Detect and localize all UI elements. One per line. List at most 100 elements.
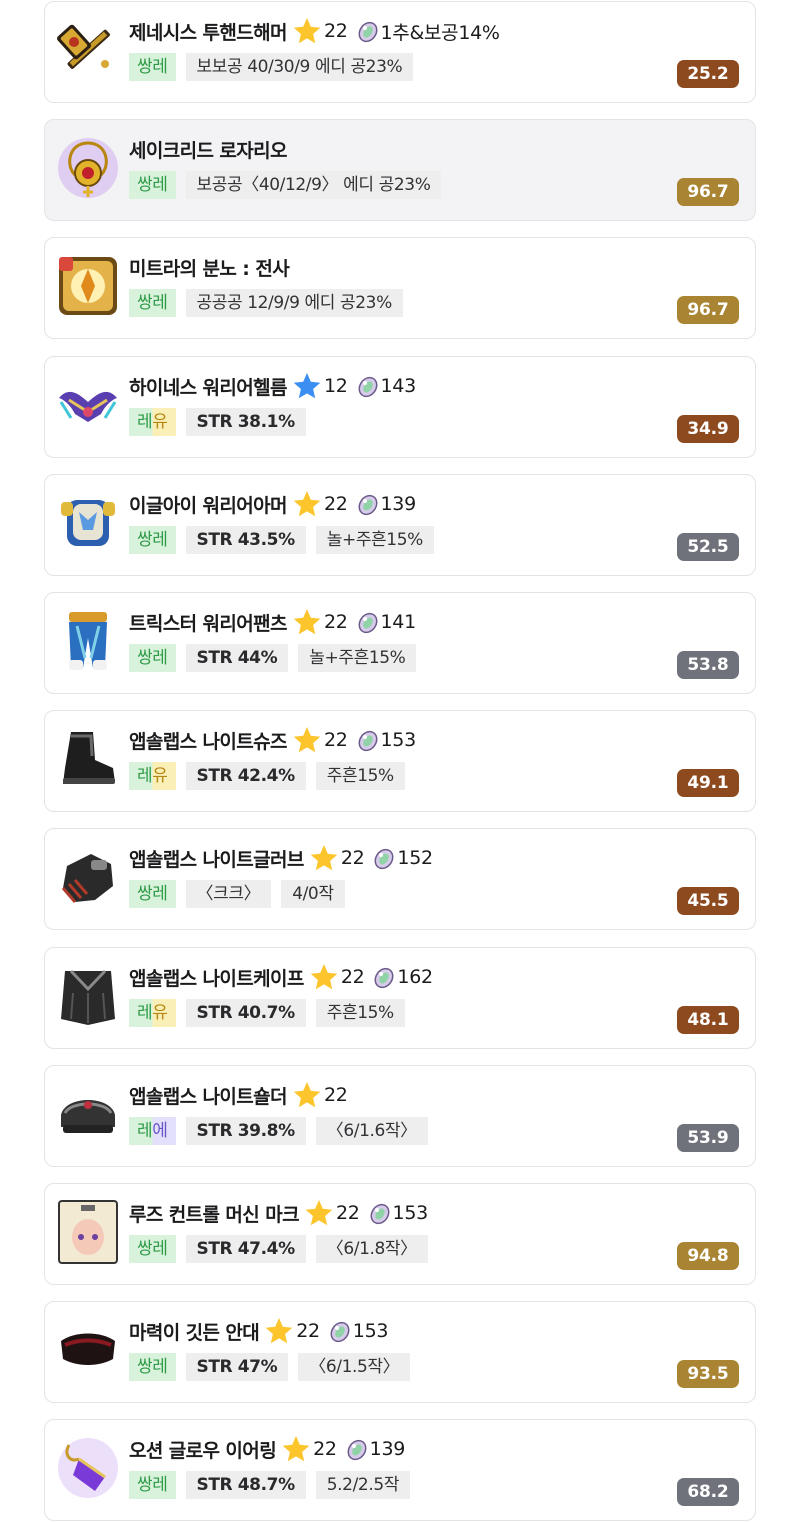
option-tags: 쌍 레 공공공 12/9/9 에디 공23% bbox=[129, 289, 403, 317]
rank-char: 레 bbox=[152, 1357, 168, 1377]
score-badge: 34.9 bbox=[677, 415, 739, 443]
glove-icon bbox=[55, 844, 121, 910]
option-tag: STR 42.4% bbox=[185, 762, 306, 790]
option-tags: 쌍 레 〈크크〉 4/0작 bbox=[129, 880, 345, 908]
potential-rank-badge: 쌍레 bbox=[129, 644, 176, 672]
hammer-icon-graphic bbox=[57, 24, 110, 69]
item-name: 마력이 깃든 안대 bbox=[129, 1321, 260, 1344]
item-card[interactable]: 트릭스터 워리어팬츠 22 141 쌍 레 STR 44% 놀+주흔15% 53.8 bbox=[44, 592, 756, 694]
rank-char: 쌍 bbox=[137, 530, 153, 550]
shoulder-icon bbox=[55, 1081, 121, 1147]
starforce-count: 22 bbox=[340, 966, 365, 988]
item-title-row: 앱솔랩스 나이트숄더 22 bbox=[129, 1080, 348, 1110]
starforce-count: 22 bbox=[323, 493, 348, 515]
score-badge: 53.9 bbox=[677, 1124, 739, 1152]
pants-icon bbox=[55, 608, 121, 674]
option-tag: STR 48.7% bbox=[185, 1471, 306, 1499]
cube-gem-icon bbox=[347, 1439, 367, 1461]
option-tags: 쌍 레 STR 47% 〈6/1.5작〉 bbox=[129, 1353, 411, 1381]
cube-gem-icon bbox=[330, 1321, 350, 1343]
potential-rank-badge: 레유 bbox=[129, 408, 176, 436]
cube-gem-icon bbox=[358, 376, 377, 398]
starforce-count: 22 bbox=[335, 1202, 360, 1224]
star-icon bbox=[293, 373, 321, 399]
rank-char: 쌍 bbox=[137, 884, 153, 904]
item-card[interactable]: 앱솔랩스 나이트케이프 22 162 레 유 STR 40.7% 주흔15% 48.1 bbox=[44, 947, 756, 1049]
item-card[interactable]: 루즈 컨트롤 머신 마크 22 153 쌍 레 STR 47.4% 〈6/1.8작〉 94.8 bbox=[44, 1183, 756, 1285]
item-title-row: 이글아이 워리어아머 22 139 bbox=[129, 489, 416, 519]
item-card[interactable]: 하이네스 워리어헬름 12 143 레 유 STR 38.1% 34.9 bbox=[44, 356, 756, 458]
option-tag: STR 47% bbox=[185, 1353, 289, 1381]
item-title-row: 하이네스 워리어헬름 12 143 bbox=[129, 371, 416, 401]
option-tag: STR 44% bbox=[185, 644, 289, 672]
cape-icon bbox=[55, 963, 121, 1029]
score-badge: 68.2 bbox=[677, 1478, 739, 1506]
potential-rank-badge: 쌍레 bbox=[129, 1235, 176, 1263]
item-card[interactable]: 앱솔랩스 나이트숄더 22 레 에 STR 39.8% 〈6/1.6작〉 53.9 bbox=[44, 1065, 756, 1167]
potential-rank-badge: 쌍레 bbox=[129, 171, 176, 199]
item-name: 제네시스 투핸드해머 bbox=[129, 21, 288, 44]
armor-icon bbox=[55, 490, 121, 556]
item-name: 앱솔랩스 나이트숄더 bbox=[129, 1085, 288, 1108]
option-tag: 놀+주흔15% bbox=[315, 526, 434, 554]
emblem-icon bbox=[55, 253, 121, 319]
option-tag: STR 39.8% bbox=[185, 1117, 306, 1145]
potential-rank-badge: 쌍레 bbox=[129, 289, 176, 317]
shoes-icon bbox=[55, 726, 121, 792]
starforce-count: 22 bbox=[313, 1438, 337, 1460]
cube-gem-icon bbox=[358, 21, 377, 43]
item-card[interactable]: 이글아이 워리어아머 22 139 쌍 레 STR 43.5% 놀+주흔15% 52.5 bbox=[44, 474, 756, 576]
item-title-row: 제네시스 투핸드해머 22 1추&보공14% bbox=[129, 16, 500, 46]
item-card[interactable]: 앱솔랩스 나이트슈즈 22 153 레 유 STR 42.4% 주흔15% 49.1 bbox=[44, 710, 756, 812]
cape-icon-graphic bbox=[61, 969, 115, 1025]
rank-char: 쌍 bbox=[137, 175, 153, 195]
rank-char: 쌍 bbox=[137, 1239, 153, 1259]
equipment-list: 제네시스 투핸드해머 22 1추&보공14% 쌍 레 보보공 40/30/9 에디 공23… bbox=[0, 0, 800, 1523]
cube-gem-icon bbox=[358, 612, 377, 634]
rank-char: 레 bbox=[137, 1121, 153, 1141]
gem-value: 153 bbox=[380, 729, 417, 751]
item-name: 미트라의 분노 : 전사 bbox=[129, 257, 290, 280]
rank-char: 쌍 bbox=[137, 57, 153, 77]
option-tag: 주흔15% bbox=[315, 999, 405, 1027]
cube-gem-icon bbox=[370, 1203, 390, 1225]
option-tag: 5.2/2.5작 bbox=[315, 1471, 410, 1499]
rank-char: 레 bbox=[152, 293, 168, 313]
gem-value: 153 bbox=[392, 1202, 429, 1224]
item-title-row: 오션 글로우 이어링 22 139 bbox=[129, 1434, 405, 1464]
option-tag: 〈크크〉 bbox=[185, 880, 272, 908]
option-tags: 쌍 레 STR 47.4% 〈6/1.8작〉 bbox=[129, 1235, 428, 1263]
item-card[interactable]: 오션 글로우 이어링 22 139 쌍 레 STR 48.7% 5.2/2.5작 68.2 bbox=[44, 1419, 756, 1521]
starforce-count: 22 bbox=[323, 729, 348, 751]
item-card[interactable]: 제네시스 투핸드해머 22 1추&보공14% 쌍 레 보보공 40/30/9 에디 공23… bbox=[44, 1, 756, 103]
shoulder-icon-graphic bbox=[61, 1100, 115, 1133]
star-icon bbox=[282, 1436, 310, 1462]
rank-char: 유 bbox=[152, 1003, 168, 1023]
pants-icon-graphic bbox=[69, 612, 107, 670]
score-badge: 94.8 bbox=[677, 1242, 739, 1270]
score-badge: 52.5 bbox=[677, 533, 739, 561]
rank-char: 레 bbox=[152, 648, 168, 668]
option-tags: 쌍 레 보보공 40/30/9 에디 공23% bbox=[129, 53, 414, 81]
option-tag: 〈6/1.5작〉 bbox=[298, 1353, 411, 1381]
item-card[interactable]: 세이크리드 로자리오 쌍 레 보공공〈40/12/9〉 에디 공23% 96.7 bbox=[44, 119, 756, 221]
gem-value: 139 bbox=[369, 1438, 406, 1460]
option-tags: 레 유 STR 38.1% bbox=[129, 408, 306, 436]
starforce-count: 22 bbox=[323, 1084, 348, 1106]
glove-icon-graphic bbox=[61, 854, 113, 903]
potential-rank-badge: 쌍레 bbox=[129, 880, 176, 908]
rank-char: 쌍 bbox=[137, 293, 153, 313]
star-icon bbox=[293, 1082, 321, 1108]
item-name: 이글아이 워리어아머 bbox=[129, 494, 288, 517]
option-tag: 〈6/1.8작〉 bbox=[315, 1235, 428, 1263]
item-card[interactable]: 앱솔랩스 나이트글러브 22 152 쌍 레 〈크크〉 4/0작 45.5 bbox=[44, 828, 756, 930]
option-tags: 쌍 레 보공공〈40/12/9〉 에디 공23% bbox=[129, 171, 442, 199]
potential-rank-badge: 레유 bbox=[129, 762, 176, 790]
rank-char: 쌍 bbox=[137, 1475, 153, 1495]
starforce-count: 22 bbox=[323, 20, 348, 42]
gem-value: 141 bbox=[380, 611, 417, 633]
rank-char: 레 bbox=[152, 530, 168, 550]
star-icon bbox=[305, 1200, 333, 1226]
item-card[interactable]: 마력이 깃든 안대 22 153 쌍 레 STR 47% 〈6/1.5작〉 93.5 bbox=[44, 1301, 756, 1403]
item-card[interactable]: 미트라의 분노 : 전사 쌍 레 공공공 12/9/9 에디 공23% 96.7 bbox=[44, 237, 756, 339]
